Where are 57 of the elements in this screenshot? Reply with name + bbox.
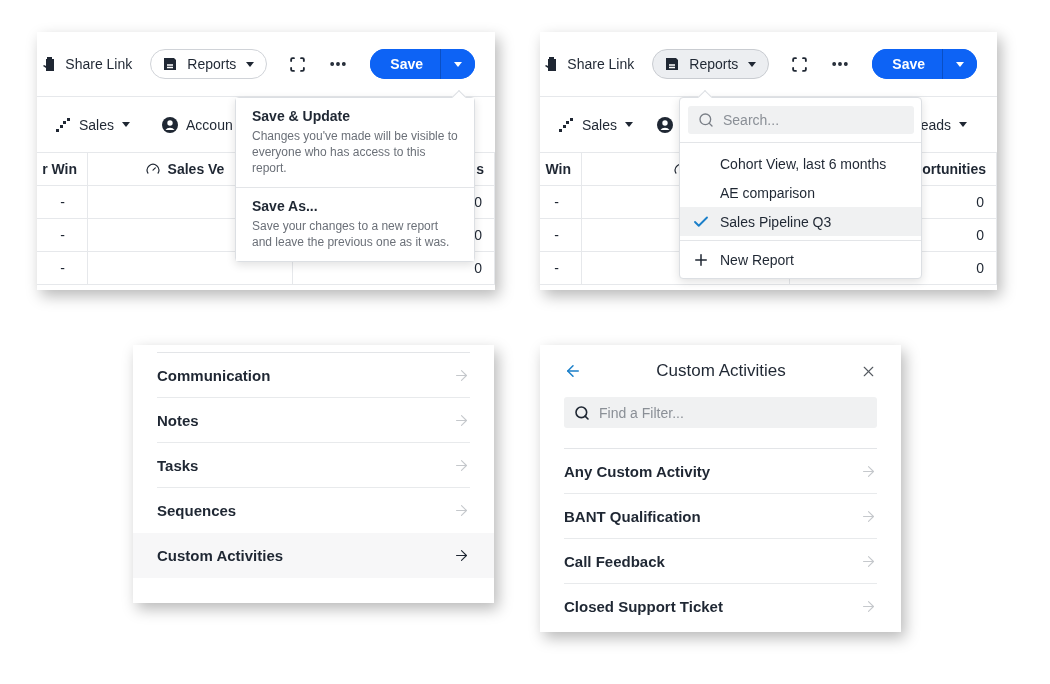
save-button[interactable]: Save <box>872 49 943 79</box>
filter-option[interactable]: BANT Qualification <box>540 494 901 539</box>
reports-dropdown[interactable]: Reports <box>150 49 268 79</box>
report-icon <box>665 57 680 71</box>
search-field[interactable]: Search... <box>688 106 914 134</box>
person-icon <box>657 116 674 133</box>
new-report-item[interactable]: New Report <box>680 245 921 274</box>
back-icon[interactable] <box>564 362 582 380</box>
filter-category[interactable]: Communication <box>133 353 494 398</box>
column-header: r Win <box>37 153 88 186</box>
filter-category[interactable]: Notes <box>133 398 494 443</box>
table-cell: - <box>37 252 88 285</box>
table-cell: - <box>37 186 88 219</box>
caret-icon <box>454 61 462 67</box>
panel-title: Custom Activities <box>656 361 786 381</box>
save-option[interactable]: Save & Update Changes you've made will be visible to everyone who has access to this report. <box>236 98 474 188</box>
search-icon <box>698 112 714 128</box>
sales-filter[interactable]: Sales <box>55 116 131 133</box>
filter-category[interactable]: Tasks <box>133 443 494 488</box>
report-item[interactable]: Sales Pipeline Q3 <box>680 207 921 236</box>
caret-icon <box>748 61 757 67</box>
filter-option[interactable]: Call Feedback <box>540 539 901 584</box>
caret-icon <box>246 61 255 67</box>
steps-icon <box>55 116 71 133</box>
caret-icon <box>959 122 967 127</box>
share-link-button[interactable]: Share Link <box>543 56 635 72</box>
sales-filter[interactable]: Sales <box>558 116 634 133</box>
person-icon <box>162 116 179 133</box>
caret-icon <box>956 61 964 67</box>
account-filter[interactable] <box>657 116 674 133</box>
fullscreen-icon[interactable] <box>289 55 307 73</box>
reports-dropdown[interactable]: Reports <box>652 49 770 79</box>
arrow-right-icon <box>860 598 877 615</box>
leads-filter[interactable]: eads <box>920 116 967 133</box>
search-icon <box>574 404 590 421</box>
share-link-button[interactable]: Share Link <box>41 56 133 72</box>
account-filter[interactable]: Accoun <box>162 116 233 133</box>
table-cell: - <box>540 219 582 252</box>
table-cell: - <box>37 219 88 252</box>
table-cell: - <box>540 186 582 219</box>
fullscreen-icon[interactable] <box>791 55 809 73</box>
gauge-icon <box>145 162 160 176</box>
filter-category[interactable]: Sequences <box>133 488 494 533</box>
column-header: Win <box>540 153 582 186</box>
caret-icon <box>625 122 634 127</box>
save-option[interactable]: Save As... Save your changes to a new report and leave the previous one as it was. <box>236 188 474 261</box>
filter-option[interactable]: Closed Support Ticket <box>540 584 901 629</box>
steps-icon <box>558 116 574 133</box>
report-item[interactable]: AE comparison <box>680 178 921 207</box>
filter-search-field[interactable]: Find a Filter... <box>564 397 877 428</box>
caret-icon <box>122 122 131 127</box>
report-icon <box>163 57 178 71</box>
filter-option[interactable]: Any Custom Activity <box>540 449 901 494</box>
save-button[interactable]: Save <box>370 49 441 79</box>
table-cell: - <box>540 252 582 285</box>
filter-category[interactable]: Custom Activities <box>133 533 494 578</box>
report-item[interactable]: Cohort View, last 6 months <box>680 149 921 178</box>
